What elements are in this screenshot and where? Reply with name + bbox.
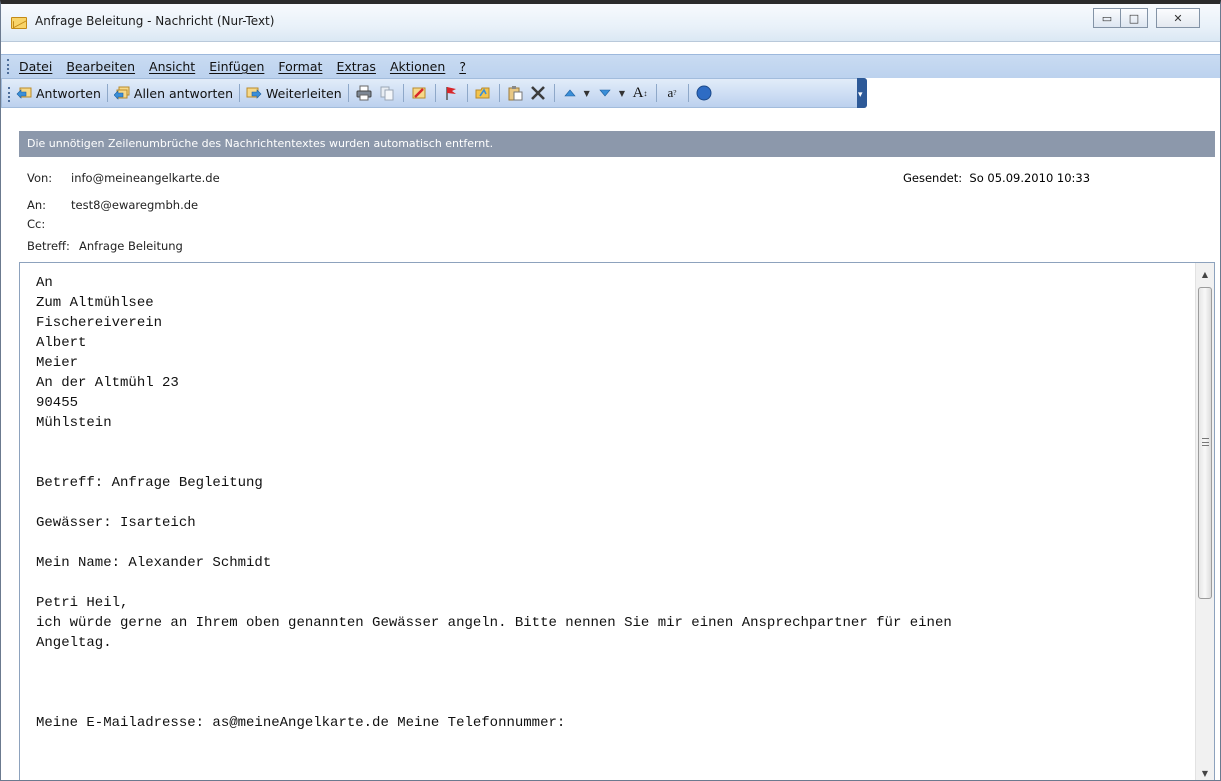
scroll-down-button[interactable]: ▼ (1196, 764, 1214, 780)
menu-ansicht[interactable]: Ansicht (149, 59, 195, 74)
close-icon: ✕ (1173, 11, 1183, 25)
encoding-icon[interactable]: a? (663, 84, 681, 102)
next-item-icon[interactable] (596, 84, 614, 102)
info-bar[interactable]: Die unnötigen Zeilenumbrüche des Nachric… (19, 131, 1215, 157)
toolbar-options-icon[interactable] (857, 78, 867, 108)
toolbar-separator (239, 84, 240, 102)
from-row: Von: info@meineangelkarte.de (27, 171, 220, 185)
to-row: An: test8@ewaregmbh.de (27, 198, 198, 212)
reply-button[interactable]: Antworten (16, 85, 101, 101)
forward-label: Weiterleiten (266, 85, 342, 101)
menu-aktionen[interactable]: Aktionen (390, 59, 445, 74)
toolbar-separator (498, 84, 500, 102)
message-body-text: An Zum Altmühlsee Fischereiverein Albert… (36, 275, 952, 731)
menu-items: Datei Bearbeiten Ansicht Einfügen Format… (19, 59, 480, 74)
menu-extras[interactable]: Extras (336, 59, 376, 74)
toolbar-separator (655, 84, 657, 102)
cc-row: Cc: (27, 217, 71, 231)
maximize-icon: □ (1128, 11, 1140, 25)
toolbar-grip-handle[interactable] (8, 87, 11, 102)
scrollbar-thumb[interactable] (1198, 287, 1212, 599)
scroll-up-button[interactable]: ▲ (1196, 265, 1214, 283)
message-header: Von: info@meineangelkarte.de An: test8@ewa… (19, 157, 1215, 261)
sent-value: So 05.09.2010 10:33 (969, 171, 1091, 185)
message-window: Anfrage Beleitung - Nachricht (Nur-Text)… (0, 0, 1221, 781)
menu-help[interactable]: ? (459, 59, 466, 74)
toolbar-separator (687, 84, 689, 102)
minimize-icon: ▭ (1101, 11, 1113, 25)
toolbar-items: Antworten Allen antworten Weiterleiten ▼… (16, 84, 718, 102)
previous-item-dropdown-icon[interactable]: ▼ (584, 89, 590, 98)
minimize-button[interactable]: ▭ (1093, 8, 1121, 28)
previous-item-icon[interactable] (561, 84, 579, 102)
help-icon[interactable] (695, 84, 713, 102)
subject-value: Anfrage Beleitung (79, 239, 183, 253)
reply-all-button[interactable]: Allen antworten (113, 85, 233, 101)
move-to-folder-icon[interactable] (410, 84, 428, 102)
window-title: Anfrage Beleitung - Nachricht (Nur-Text) (35, 14, 275, 28)
reply-all-icon (113, 85, 130, 101)
menu-bearbeiten[interactable]: Bearbeiten (66, 59, 135, 74)
reply-label: Antworten (36, 85, 101, 101)
copy-icon[interactable] (378, 84, 396, 102)
forward-button[interactable]: Weiterleiten (246, 85, 342, 101)
reply-all-label: Allen antworten (133, 85, 233, 101)
next-item-dropdown-icon[interactable]: ▼ (619, 89, 625, 98)
sent-label: Gesendet: (903, 171, 963, 185)
cc-label: Cc: (27, 217, 46, 231)
delete-icon[interactable] (529, 84, 547, 102)
from-label: Von: (27, 171, 53, 185)
reply-icon (16, 85, 32, 101)
scroll-down-icon: ▼ (1201, 768, 1209, 778)
maximize-button[interactable]: □ (1120, 8, 1148, 28)
scroll-up-icon: ▲ (1201, 269, 1209, 279)
toolbar-separator (434, 84, 436, 102)
flag-icon[interactable] (442, 84, 460, 102)
menu-datei[interactable]: Datei (19, 59, 52, 74)
toolbar-separator (466, 84, 468, 102)
paste-icon[interactable] (506, 84, 524, 102)
toolbar-separator (106, 84, 108, 102)
subject-row: Betreff: Anfrage Beleitung (27, 239, 183, 253)
info-bar-text: Die unnötigen Zeilenumbrüche des Nachric… (27, 137, 494, 150)
menu-format[interactable]: Format (278, 59, 322, 74)
font-size-icon[interactable]: A ↕ (631, 84, 649, 102)
from-value[interactable]: info@meineangelkarte.de (71, 171, 220, 185)
toolbar-separator (553, 84, 555, 102)
menu-einfuegen[interactable]: Einfügen (209, 59, 264, 74)
toolbar-separator (402, 84, 404, 102)
vertical-scrollbar[interactable]: ▲ ▼ (1195, 263, 1214, 780)
subject-label: Betreff: (27, 239, 70, 253)
sent-row: Gesendet: So 05.09.2010 10:33 (903, 171, 1090, 185)
forward-icon (246, 85, 262, 101)
close-button[interactable]: ✕ (1156, 8, 1200, 28)
to-label: An: (27, 198, 47, 212)
envelope-icon (11, 17, 27, 29)
title-bar[interactable]: Anfrage Beleitung - Nachricht (Nur-Text)… (1, 4, 1220, 42)
print-icon[interactable] (355, 84, 373, 102)
font-size-glyph: A (632, 84, 644, 101)
standard-toolbar: Antworten Allen antworten Weiterleiten ▼… (1, 78, 867, 108)
window-controls: ▭ □ ✕ (1093, 8, 1200, 28)
menu-grip-handle[interactable] (7, 59, 10, 74)
scrollbar-grip-icon (1202, 438, 1209, 446)
open-folder-icon[interactable] (474, 84, 492, 102)
to-value[interactable]: test8@ewaregmbh.de (71, 198, 198, 212)
message-body[interactable]: An Zum Altmühlsee Fischereiverein Albert… (19, 262, 1215, 780)
menu-bar: Datei Bearbeiten Ansicht Einfügen Format… (1, 54, 1220, 78)
toolbar-separator (347, 84, 349, 102)
